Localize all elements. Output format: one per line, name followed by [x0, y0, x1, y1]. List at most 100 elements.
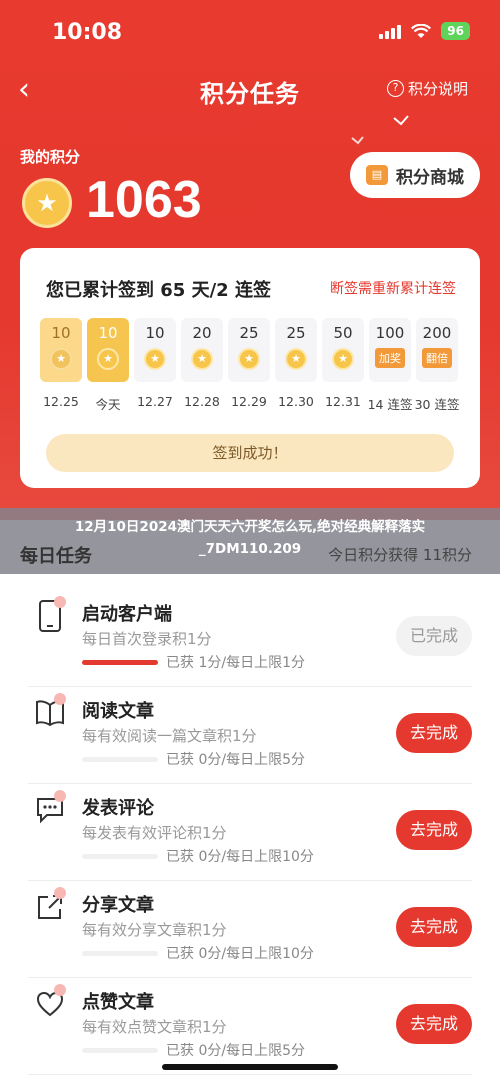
task-list: 启动客户端每日首次登录积1分已获 1分/每日上限1分 已完成阅读文章每有效阅读一篇… — [0, 590, 500, 1075]
task-progress-bar — [82, 854, 158, 859]
task-progress-text: 已获 1分/每日上限1分 — [166, 655, 305, 671]
checkin-day-points: 10 — [145, 324, 165, 342]
star-coin-icon: ★ — [97, 348, 119, 370]
task-go-button[interactable]: 去完成 — [396, 713, 472, 753]
task-row: 阅读文章每有效阅读一篇文章积1分已获 0分/每日上限5分 去完成 — [28, 687, 472, 784]
task-title: 启动客户端 — [82, 604, 172, 625]
star-coin-icon: ★ — [50, 348, 72, 370]
checkin-day-date: 12.31 — [325, 394, 361, 409]
task-title: 发表评论 — [82, 798, 154, 819]
checkin-day-box: 100 加奖 — [369, 318, 411, 382]
checkin-day: 10 ★ 12.27 — [134, 318, 176, 413]
task-row: 发表评论每发表有效评论积1分已获 0分/每日上限10分 去完成 — [28, 784, 472, 881]
birds-decoration — [350, 110, 430, 154]
checkin-day-date: 30 连签 — [414, 397, 460, 412]
star-coin-icon: ★ — [285, 348, 307, 370]
task-progress-bar — [82, 757, 158, 762]
question-icon: ? — [386, 80, 404, 97]
checkin-day: 10 ★ 12.25 — [40, 318, 82, 413]
star-coin-icon: ★ — [22, 178, 72, 228]
task-description: 每有效阅读一篇文章积1分 — [82, 727, 257, 745]
checkin-day-box: 10 ★ — [134, 318, 176, 382]
checkin-title: 您已累计签到 65 天/2 连签 — [46, 280, 271, 301]
checkin-day-tag: 加奖 — [375, 348, 405, 368]
task-title: 分享文章 — [82, 895, 154, 916]
checkin-days: 10 ★ 12.25 10 ★ 今天 10 ★ 12.27 20 ★ 12.28 25 ★ 12.29 25 ★… — [40, 318, 462, 413]
task-description: 每日首次登录积1分 — [82, 630, 212, 648]
task-progress-bar — [82, 951, 158, 956]
points-mall-label: 积分商城 — [396, 167, 464, 188]
checkin-day-box: 10 ★ — [87, 318, 129, 382]
points-mall-button[interactable]: ▤ 积分商城 — [350, 152, 480, 198]
task-progress-text: 已获 0分/每日上限5分 — [166, 752, 305, 768]
task-progress-bar — [82, 1048, 158, 1053]
checkin-day-box: 10 ★ — [40, 318, 82, 382]
task-badge-dot — [54, 887, 66, 899]
status-bar: 10:08 96 — [0, 0, 500, 66]
checkin-day-date: 12.25 — [43, 394, 79, 409]
checkin-day-points: 25 — [239, 324, 259, 342]
checkin-day-points: 10 — [51, 324, 71, 342]
task-go-button[interactable]: 去完成 — [396, 810, 472, 850]
checkin-day: 200 翻倍 30 连签 — [414, 318, 460, 413]
nav-bar: ‹ 积分任务 ? 积分说明 — [0, 66, 500, 114]
checkin-day-box: 50 ★ — [322, 318, 364, 382]
checkin-day: 100 加奖 14 连签 — [367, 318, 413, 413]
checkin-day: 10 ★ 今天 — [87, 318, 129, 413]
checkin-day-points: 200 — [422, 324, 452, 342]
status-icons: 96 — [379, 22, 470, 40]
overlay-banner-text: 12月10日2024澳门天天六开奖怎么玩,绝对经典解释落实_7DM110.209 — [74, 519, 426, 557]
task-row: 启动客户端每日首次登录积1分已获 1分/每日上限1分 已完成 — [28, 590, 472, 687]
help-link[interactable]: ? 积分说明 — [386, 78, 468, 99]
overlay-banner: 每日任务 今日积分获得 11积分 12月10日2024澳门天天六开奖怎么玩,绝对… — [0, 508, 500, 574]
task-badge-dot — [54, 596, 66, 608]
task-progress-text: 已获 0分/每日上限10分 — [166, 946, 314, 962]
checkin-success-button[interactable]: 签到成功！ — [46, 434, 454, 472]
task-badge-dot — [54, 984, 66, 996]
checkin-day-points: 50 — [333, 324, 353, 342]
signal-icon — [379, 23, 402, 39]
wifi-icon — [411, 23, 432, 38]
task-row: 分享文章每有效分享文章积1分已获 0分/每日上限10分 去完成 — [28, 881, 472, 978]
home-indicator — [162, 1064, 338, 1070]
shop-icon: ▤ — [366, 165, 388, 185]
status-time: 10:08 — [52, 20, 123, 45]
task-progress-fill — [82, 660, 158, 665]
star-coin-icon: ★ — [144, 348, 166, 370]
checkin-day-box: 20 ★ — [181, 318, 223, 382]
task-go-button[interactable]: 去完成 — [396, 907, 472, 947]
task-progress-bar — [82, 660, 158, 665]
checkin-day-box: 25 ★ — [228, 318, 270, 382]
checkin-day-points: 20 — [192, 324, 212, 342]
checkin-day-date: 12.28 — [184, 394, 220, 409]
task-badge-dot — [54, 693, 66, 705]
checkin-day-date: 14 连签 — [367, 397, 413, 412]
task-progress-text: 已获 0分/每日上限10分 — [166, 849, 314, 865]
checkin-day-tag: 翻倍 — [422, 348, 452, 368]
task-title: 阅读文章 — [82, 701, 154, 722]
checkin-day-points: 25 — [286, 324, 306, 342]
checkin-day: 50 ★ 12.31 — [322, 318, 364, 413]
checkin-day-box: 25 ★ — [275, 318, 317, 382]
task-description: 每发表有效评论积1分 — [82, 824, 227, 842]
checkin-hint: 断签需重新累计连签 — [330, 281, 456, 297]
checkin-day-box: 200 翻倍 — [416, 318, 458, 382]
battery-icon: 96 — [441, 22, 470, 40]
task-completed-button[interactable]: 已完成 — [396, 616, 472, 656]
my-points-label: 我的积分 — [20, 148, 81, 166]
task-progress-text: 已获 0分/每日上限5分 — [166, 1043, 305, 1059]
checkin-day-date: 12.27 — [137, 394, 173, 409]
checkin-card: 您已累计签到 65 天/2 连签 断签需重新累计连签 10 ★ 12.25 10 ★ 今天… — [20, 248, 480, 488]
help-label: 积分说明 — [407, 80, 468, 98]
task-go-button[interactable]: 去完成 — [396, 1004, 472, 1044]
checkin-day-date: 12.30 — [278, 394, 314, 409]
star-coin-icon: ★ — [238, 348, 260, 370]
task-badge-dot — [54, 790, 66, 802]
points-value: 1063 — [86, 171, 202, 229]
checkin-day-points: 100 — [375, 324, 405, 342]
checkin-day: 25 ★ 12.30 — [275, 318, 317, 413]
task-row: 点赞文章 每有效点赞文章积1分 已获 0分/每日上限5分 去完成 — [28, 978, 472, 1075]
task-description: 每有效分享文章积1分 — [82, 921, 227, 939]
task-title: 点赞文章 — [82, 992, 154, 1013]
checkin-day-date: 12.29 — [231, 394, 267, 409]
